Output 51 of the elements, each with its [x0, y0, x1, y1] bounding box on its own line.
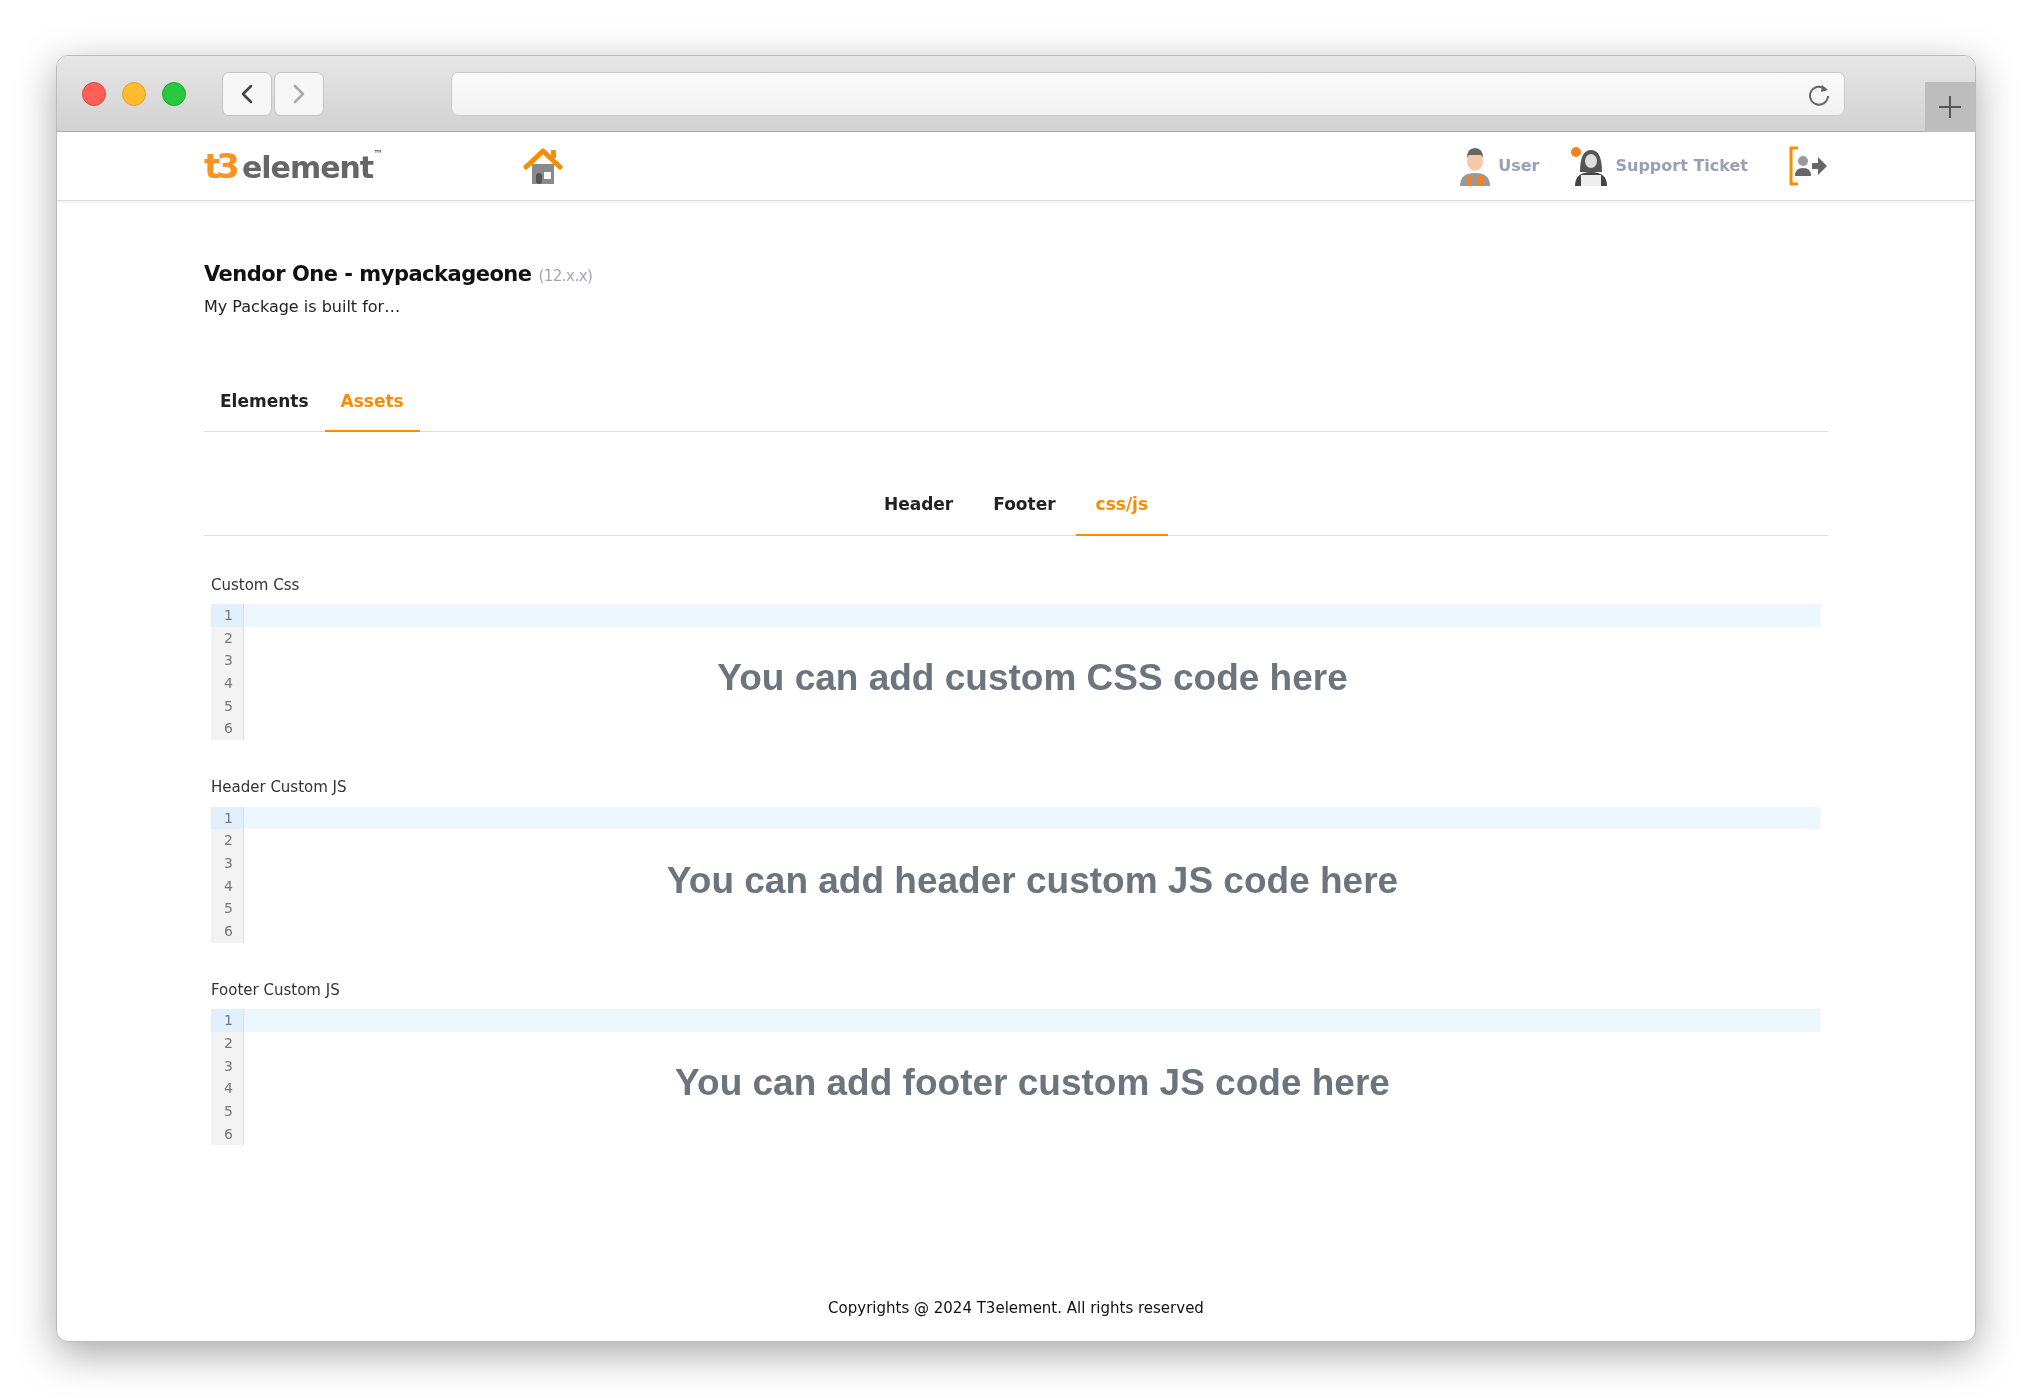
line-number: 5 — [211, 694, 244, 718]
tab[interactable]: Elements — [204, 388, 325, 432]
line-number: 2 — [211, 626, 244, 650]
line-number: 3 — [211, 649, 244, 673]
copyright-text: Copyrights @ 2024 T3element. All rights reserved — [827, 1297, 1205, 1319]
home-icon — [523, 146, 564, 186]
line-number: 4 — [211, 874, 244, 898]
menu-link[interactable]: Support Ticket — [1569, 146, 1748, 186]
line-number: 6 — [211, 717, 244, 741]
support-agent-icon — [1569, 146, 1610, 186]
field-label: Custom Css — [211, 574, 301, 596]
menu-link[interactable]: User — [1458, 146, 1540, 186]
line-number: 3 — [211, 852, 244, 875]
window-control-dot[interactable] — [82, 81, 106, 106]
line-number: 6 — [211, 1122, 244, 1146]
field-label: Footer Custom JS — [211, 979, 341, 1001]
line-number: 2 — [211, 1031, 244, 1055]
line-number: 4 — [211, 1077, 244, 1100]
placeholder-text: You can add custom CSS code here — [716, 655, 1349, 700]
plus-icon — [1938, 95, 1962, 119]
tab[interactable]: css/js — [1075, 492, 1169, 536]
line-number: 2 — [211, 829, 244, 852]
package-description: My Package is built for… — [204, 295, 402, 318]
tab[interactable]: Assets — [324, 388, 420, 432]
package-title: Vendor One - mypackageone — [204, 262, 532, 286]
logout-link[interactable] — [1788, 146, 1828, 186]
placeholder-text: You can add footer custom JS code here — [674, 1061, 1391, 1106]
avatar-icon — [1458, 146, 1493, 186]
line-number: 3 — [211, 1054, 244, 1078]
tab[interactable]: Header — [863, 492, 974, 536]
line-number: 1 — [211, 1009, 244, 1032]
field-label: Header Custom JS — [211, 777, 348, 799]
back-button[interactable] — [222, 71, 272, 116]
line-number: 1 — [211, 806, 244, 830]
line-number: 5 — [211, 897, 244, 921]
tab[interactable]: Footer — [973, 492, 1076, 536]
line-number: 5 — [211, 1100, 244, 1123]
new-tab-button[interactable] — [1925, 82, 1975, 132]
line-number: 4 — [211, 672, 244, 695]
window-control-dot[interactable] — [122, 81, 146, 106]
code-editor[interactable]: 1 2 3 4 5 6 You can add footer custom JS code here — [211, 1009, 1821, 1146]
logo[interactable]: t3 element™ — [204, 149, 384, 183]
code-editor[interactable]: 1 2 3 4 5 6 You can add header custom JS code here — [211, 806, 1821, 943]
window-control-dot[interactable] — [162, 81, 186, 106]
line-number: 1 — [211, 604, 244, 627]
line-number: 6 — [211, 920, 244, 943]
code-editor[interactable]: 1 2 3 4 5 6 You can add custom CSS code here — [211, 604, 1821, 741]
version-text: (12.x.x) — [538, 267, 593, 285]
home-link[interactable] — [523, 146, 564, 186]
placeholder-text: You can add header custom JS code here — [665, 858, 1400, 903]
logout-icon — [1788, 146, 1828, 186]
